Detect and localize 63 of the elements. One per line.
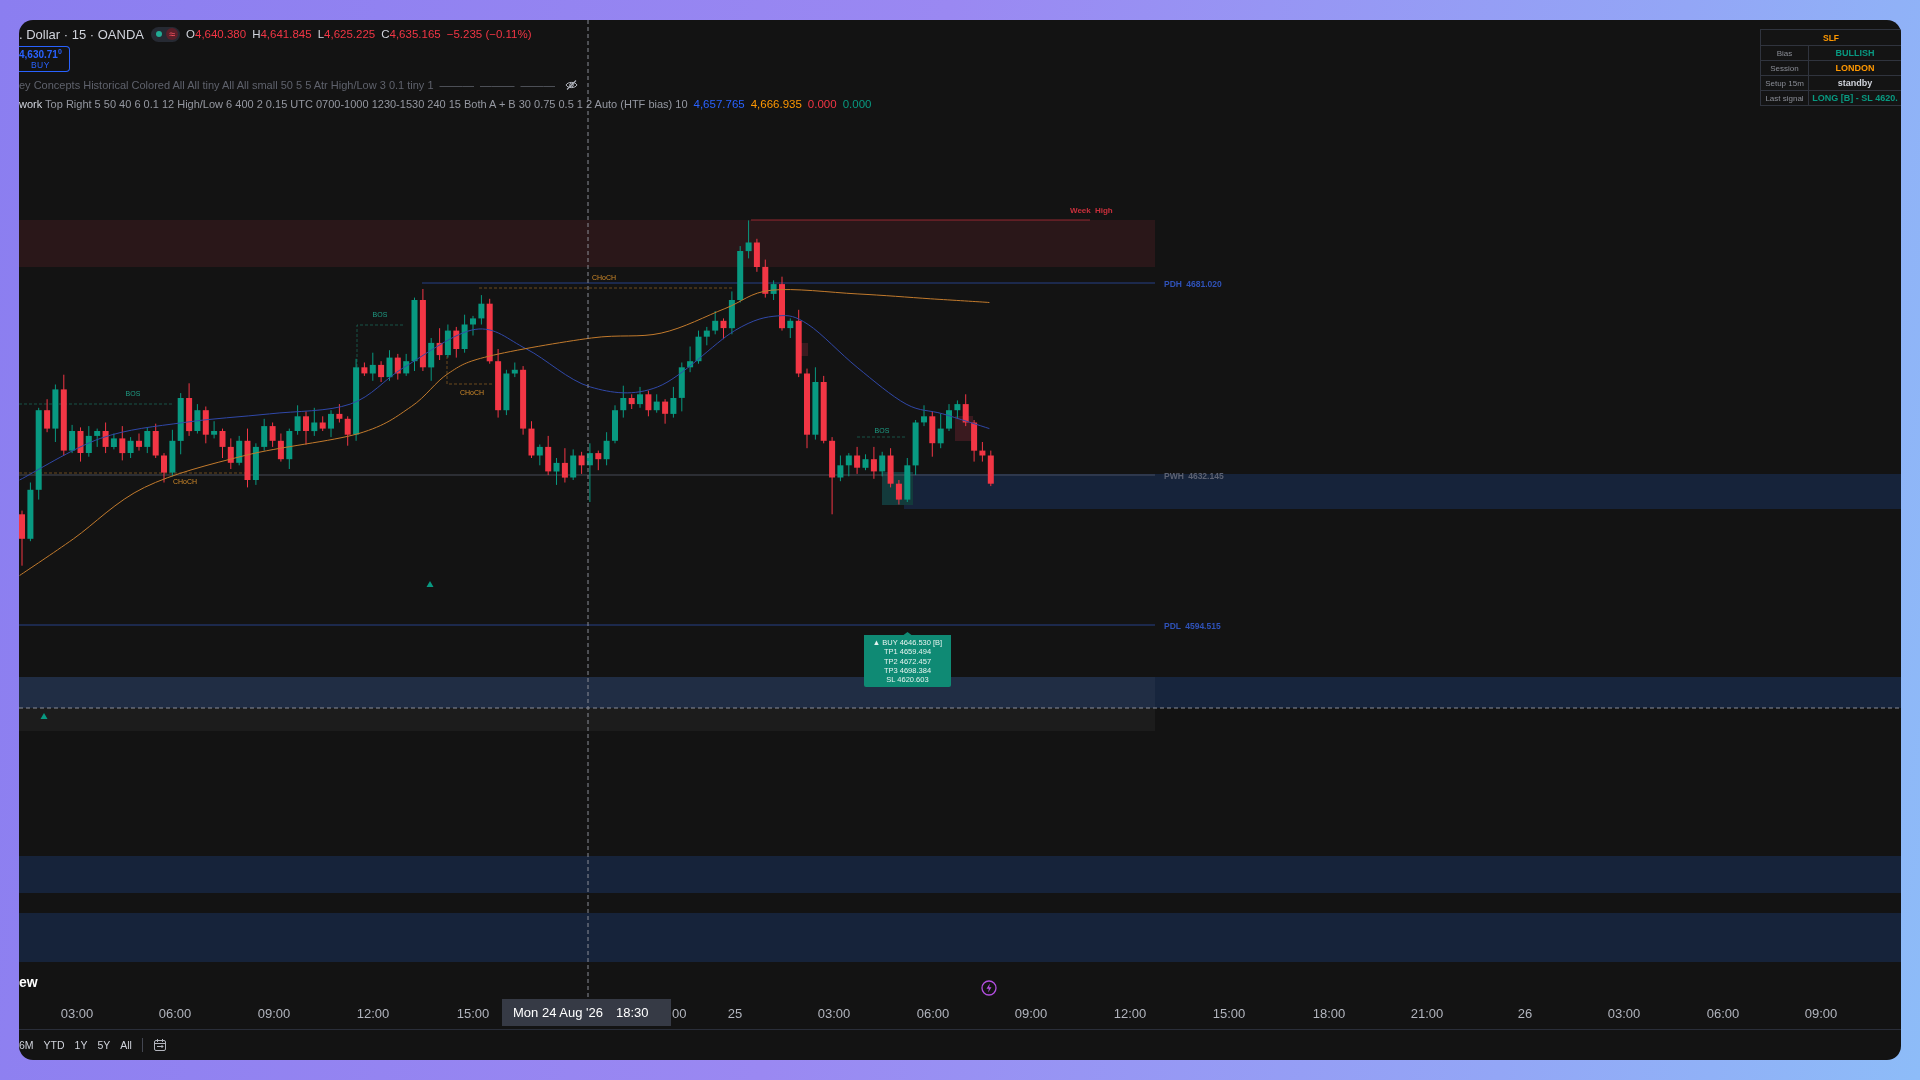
triangle-marker-icon [40,713,48,719]
level-label: Week High [1070,206,1113,215]
time-label: 15:00 [456,1006,490,1021]
time-label: 25 [727,1006,743,1021]
time-label: 03:00 [60,1006,94,1021]
indicator-value: 4,666.935 [750,98,802,110]
range-button[interactable]: All [120,1038,132,1052]
status-dot-icon [156,31,162,37]
table-label: Session [1761,61,1808,75]
ohlc-value: L4,625.225 [317,28,376,40]
crossed-eye-icon[interactable] [565,80,579,90]
table-title: SLF [1761,30,1901,45]
market-status-badge: ≈ [166,28,179,40]
range-button[interactable]: YTD [43,1038,65,1052]
time-label: 06:00 [916,1006,950,1021]
status-pill[interactable]: ≈ [151,26,181,42]
indicator-value: ——— [520,79,556,91]
time-label: 00 [672,1006,687,1021]
ohlc-value: C4,635.165 [381,28,441,40]
level-label: PWH 4632.145 [1164,471,1224,481]
time-label: 12:00 [356,1006,390,1021]
indicator-label: work Top Right 5 50 40 6 0.1 12 High/Low 6 400 2 0.15 UTC 0700-1000 1230-1530 240 15 Both A + B 30 0.75 0.5 1 2 Auto (HTF bias) 10 [19,98,688,110]
pane-title: ew [19,973,38,991]
range-button[interactable]: 5Y [97,1038,111,1052]
table-value: standby [1809,76,1901,90]
structure-line [856,436,907,438]
table-value: BULLISH [1809,46,1901,60]
time-label: 09:00 [257,1006,291,1021]
table-label: Bias [1761,46,1808,60]
price-change: −5.235 (−0.11%) [446,28,532,40]
symbol-title: . Dollar · 15 · OANDA [19,26,144,42]
buy-button[interactable]: 4,630.71$^{0}$ BUY [19,46,70,72]
table-value: LONDON [1809,61,1901,75]
lightning-icon[interactable] [981,980,997,996]
table-value: LONG [B] - SL 4620. [1809,91,1901,105]
table-label: Last signal [1761,91,1808,105]
indicator-value: ——— [439,79,475,91]
time-label: 03:00 [817,1006,851,1021]
indicator-value: ——— [480,79,515,91]
time-label: 06:00 [1706,1006,1740,1021]
level-label: PDH 4681.020 [1164,278,1222,289]
time-label: 09:00 [1014,1006,1048,1021]
time-label: 09:00 [1804,1006,1838,1021]
indicator-value: 0.000 [807,98,837,110]
indicator-value: 0.000 [842,98,872,110]
range-button[interactable]: 1Y [74,1038,88,1052]
time-label: 15:00 [1212,1006,1246,1021]
time-label: 18:00 [1312,1006,1346,1021]
calendar-icon[interactable] [152,1038,167,1052]
time-label: 12:00 [1113,1006,1147,1021]
indicator-label: ey Concepts Historical Colored All All tiny All All small 50 5 5 Atr High/Low 3 0.1 tiny 1 [19,79,434,91]
indicator-value: 4,657.765 [693,98,745,110]
time-label: 06:00 [158,1006,192,1021]
time-label: 03:00 [1607,1006,1641,1021]
ohlc-value: H4,641.845 [252,28,312,40]
table-label: Setup 15m [1761,76,1808,90]
range-button[interactable]: 6M [19,1038,34,1052]
ohlc-value: O4,640.380 [186,28,247,40]
time-label: 26 [1517,1006,1533,1021]
time-label: 21:00 [1410,1006,1444,1021]
level-label: PDL 4594.515 [1164,620,1221,631]
crosshair-time-label: Mon 24 Aug '26 18:30 [502,999,671,1026]
triangle-marker-icon [426,581,434,587]
